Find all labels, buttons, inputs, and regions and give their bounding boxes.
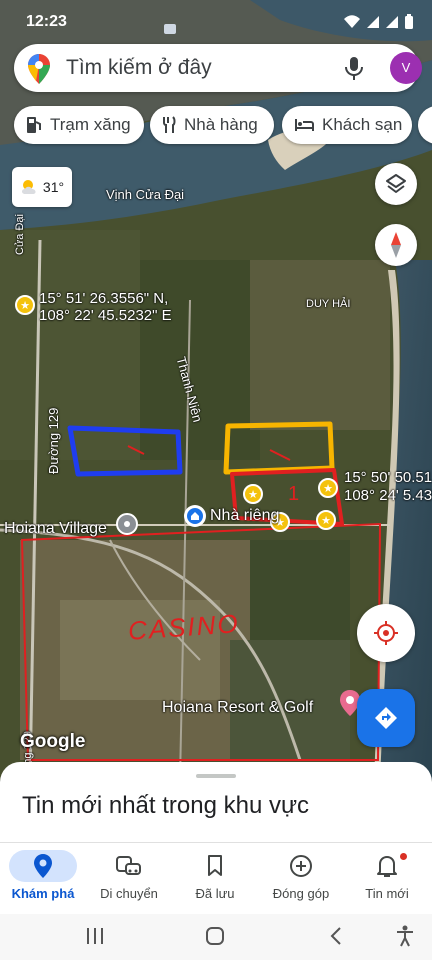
- chip-hotel[interactable]: Khách sạn: [282, 106, 412, 144]
- layers-button[interactable]: [375, 163, 417, 205]
- my-location-button[interactable]: [357, 604, 415, 662]
- nav-commute[interactable]: Di chuyển: [86, 843, 172, 915]
- compass-icon: [391, 232, 401, 258]
- notifications-icon: [377, 856, 397, 877]
- saved-place-star-icon[interactable]: ★: [318, 478, 338, 498]
- map-label-bay: Vịnh Cửa Đại: [106, 187, 185, 202]
- compass-button[interactable]: [375, 224, 417, 266]
- back-icon[interactable]: [328, 925, 344, 947]
- status-bar: 12:23: [0, 0, 432, 44]
- saved-place-star-icon[interactable]: ★: [15, 295, 35, 315]
- home-button-icon[interactable]: [205, 925, 225, 947]
- chip-label: Nhà hàng: [184, 115, 258, 134]
- sim-card-icon: [164, 24, 176, 34]
- sheet-drag-handle[interactable]: [196, 774, 236, 778]
- chip-restaurant[interactable]: Nhà hàng: [150, 106, 274, 144]
- signal-icon: [367, 16, 379, 28]
- partly-cloudy-icon: [21, 180, 36, 194]
- google-maps-pin-icon: [28, 54, 50, 84]
- bottom-navigation: Khám phá Di chuyển Đã lưu Đóng góp Tin m…: [0, 842, 432, 914]
- coordinate-2-lng: 108° 24' 5.43: [344, 487, 432, 504]
- notification-dot: [400, 853, 407, 860]
- coordinate-1-lat: 15° 51' 26.3556" N,: [39, 290, 169, 307]
- nav-label: Tin mới: [365, 886, 409, 901]
- annotation-number: 1: [288, 483, 300, 505]
- directions-icon: [375, 707, 397, 729]
- nav-label: Di chuyển: [100, 886, 158, 901]
- search-input[interactable]: Tìm kiếm ở đây: [66, 56, 212, 80]
- battery-icon: [405, 14, 413, 29]
- google-logo: Google: [20, 731, 86, 752]
- coordinate-1-lng: 108° 22' 45.5232" E: [39, 307, 172, 324]
- mic-icon[interactable]: [344, 56, 364, 82]
- sheet-title: Tin mới nhất trong khu vực: [22, 792, 310, 819]
- map-label-duong-129: Đường 129: [46, 407, 61, 474]
- home-icon[interactable]: [184, 505, 206, 527]
- account-avatar[interactable]: V: [390, 52, 422, 84]
- map-label-home[interactable]: Nhà riêng: [210, 507, 279, 525]
- nav-saved[interactable]: Đã lưu: [172, 843, 258, 915]
- map-label-hoiana-resort[interactable]: Hoiana Resort & Golf: [162, 699, 313, 717]
- map-view[interactable]: 12:23 Tìm kiếm ở đây V Trạm xăng Nhà hàn…: [0, 0, 432, 780]
- place-pin-icon[interactable]: [116, 513, 138, 535]
- status-time: 12:23: [26, 13, 67, 30]
- chip-gas-station[interactable]: Trạm xăng: [14, 106, 144, 144]
- bottom-sheet[interactable]: Tin mới nhất trong khu vực: [0, 762, 432, 852]
- nav-explore[interactable]: Khám phá: [0, 843, 86, 915]
- weather-badge[interactable]: 31°: [12, 167, 72, 207]
- wifi-icon: [344, 15, 360, 28]
- search-bar[interactable]: Tìm kiếm ở đây V: [14, 44, 422, 92]
- nav-contribute[interactable]: Đóng góp: [258, 843, 344, 915]
- recent-apps-icon[interactable]: [86, 925, 104, 947]
- restaurant-icon: [163, 116, 176, 133]
- add-circle-icon: [290, 855, 312, 877]
- nav-updates[interactable]: Tin mới: [344, 843, 430, 915]
- layers-icon: [386, 174, 406, 193]
- saved-place-star-icon[interactable]: ★: [316, 510, 336, 530]
- weather-temperature: 31°: [42, 179, 65, 195]
- accessibility-icon[interactable]: [395, 925, 415, 947]
- map-label-duy-hai: DUY HẢI: [306, 298, 351, 310]
- nav-label: Khám phá: [11, 886, 75, 901]
- map-label-cua-dai: Cửa Đại: [14, 214, 26, 255]
- directions-button[interactable]: [357, 689, 415, 747]
- bookmark-icon: [208, 855, 222, 876]
- commute-icon: [116, 856, 141, 875]
- nav-label: Đóng góp: [272, 886, 330, 901]
- map-label-hoiana-village[interactable]: Hoiana Village: [4, 520, 107, 538]
- system-navigation-bar: [0, 914, 432, 960]
- gas-station-icon: [27, 117, 41, 133]
- hotel-icon: [295, 119, 314, 131]
- chip-label: Trạm xăng: [50, 115, 131, 134]
- signal-icon-2: [386, 16, 398, 28]
- explore-pin-icon: [34, 854, 52, 878]
- coordinate-2-lat: 15° 50' 50.51: [344, 469, 432, 486]
- status-icons: [343, 14, 414, 30]
- nav-label: Đã lưu: [195, 886, 235, 901]
- saved-place-star-icon[interactable]: ★: [243, 484, 263, 504]
- chip-label: Khách sạn: [322, 115, 403, 134]
- gps-crosshair-icon: [374, 621, 398, 645]
